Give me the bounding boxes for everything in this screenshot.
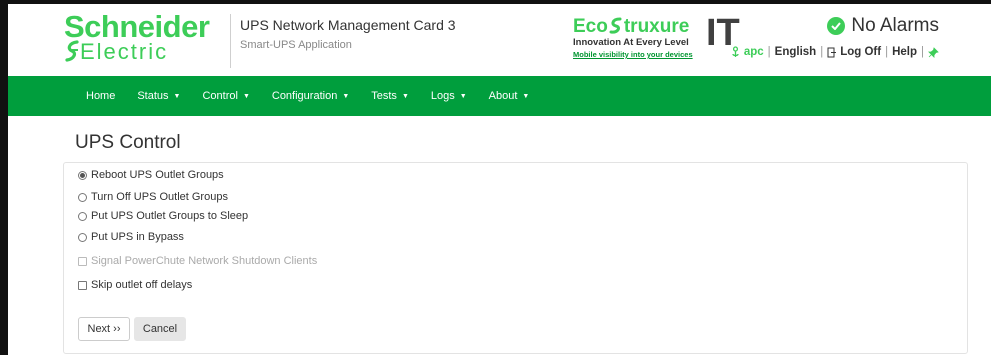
option-signal-powerchute: Signal PowerChute Network Shutdown Clien…	[78, 255, 317, 267]
ecostruxure-tagline: Innovation At Every Level	[573, 37, 689, 48]
mobile-visibility-link[interactable]: Mobile visibility into your devices	[573, 50, 693, 59]
option-reboot[interactable]: Reboot UPS Outlet Groups	[78, 169, 224, 181]
caret-down-icon: ▼	[459, 93, 467, 100]
main-navbar: Home Status ▼ Control ▼ Configuration ▼ Tes…	[8, 76, 991, 116]
nav-menu: Home Status ▼ Control ▼ Configuration ▼ Tes…	[86, 76, 551, 116]
product-title: UPS Network Management Card 3	[240, 17, 456, 33]
nav-configuration[interactable]: Configuration ▼	[272, 90, 349, 102]
caret-down-icon: ▼	[522, 93, 530, 100]
option-label: Skip outlet off delays	[91, 279, 193, 291]
checkmark-circle-icon	[827, 17, 846, 35]
caret-down-icon: ▼	[173, 93, 181, 100]
user-toolbar: apc | English | Log Off | Help |	[730, 46, 939, 58]
separator: |	[885, 46, 889, 58]
page-title: UPS Control	[75, 132, 181, 153]
option-bypass[interactable]: Put UPS in Bypass	[78, 231, 184, 243]
next-button[interactable]: Next ››	[78, 317, 130, 341]
user-icon	[732, 46, 739, 57]
nav-about[interactable]: About ▼	[489, 90, 530, 102]
nav-status[interactable]: Status ▼	[137, 90, 180, 102]
caret-down-icon: ▼	[401, 93, 409, 100]
option-sleep[interactable]: Put UPS Outlet Groups to Sleep	[78, 210, 248, 222]
checkbox[interactable]	[78, 280, 87, 290]
nav-logs[interactable]: Logs ▼	[431, 90, 467, 102]
pin-icon[interactable]	[928, 46, 939, 58]
alarm-status[interactable]: No Alarms	[827, 15, 939, 37]
username-link[interactable]: apc	[744, 46, 764, 58]
product-info: UPS Network Management Card 3 Smart-UPS …	[240, 16, 456, 53]
separator: |	[921, 46, 924, 58]
separator: |	[820, 46, 824, 58]
option-label: Put UPS Outlet Groups to Sleep	[91, 210, 249, 222]
ecostruxure-s-icon	[609, 17, 622, 34]
help-link[interactable]: Help	[892, 46, 917, 58]
eco-text: Eco	[573, 16, 608, 37]
caret-down-icon: ▼	[242, 93, 250, 100]
nav-home[interactable]: Home	[86, 90, 115, 102]
logo-wordmark-bottom: Electric	[80, 39, 169, 64]
cancel-button[interactable]: Cancel	[134, 317, 186, 341]
option-label: Put UPS in Bypass	[91, 231, 184, 243]
logoff-link[interactable]: Log Off	[840, 46, 881, 58]
header-divider	[230, 14, 231, 68]
logoff-icon	[827, 47, 837, 57]
option-label: Turn Off UPS Outlet Groups	[91, 191, 228, 203]
radio-button[interactable]	[78, 170, 87, 180]
ecostruxure-logo[interactable]: Eco truxure Innovation At Every Level Mob…	[573, 13, 743, 72]
option-label: Reboot UPS Outlet Groups	[91, 169, 224, 181]
option-skip-delays[interactable]: Skip outlet off delays	[78, 279, 192, 291]
header: Schneider Electric UPS Network Managemen…	[8, 4, 991, 76]
product-subtitle: Smart-UPS Application	[240, 39, 352, 51]
ups-control-form: Reboot UPS Outlet Groups Turn Off UPS Ou…	[63, 162, 968, 354]
alarm-status-text: No Alarms	[851, 15, 939, 36]
radio-button[interactable]	[78, 232, 87, 242]
radio-button[interactable]	[78, 192, 87, 202]
schneider-electric-logo[interactable]: Schneider Electric	[64, 11, 224, 71]
checkbox	[78, 256, 87, 266]
nav-control[interactable]: Control ▼	[202, 90, 249, 102]
radio-button[interactable]	[78, 211, 87, 221]
option-turn-off[interactable]: Turn Off UPS Outlet Groups	[78, 191, 228, 203]
option-label: Signal PowerChute Network Shutdown Clien…	[91, 255, 318, 267]
caret-down-icon: ▼	[342, 93, 350, 100]
separator: |	[767, 46, 771, 58]
truxure-text: truxure	[623, 16, 690, 37]
nav-tests[interactable]: Tests ▼	[371, 90, 409, 102]
ecostruxure-wordmark: Eco truxure	[573, 16, 689, 38]
window-frame-left	[0, 0, 8, 355]
language-link[interactable]: English	[775, 46, 817, 58]
